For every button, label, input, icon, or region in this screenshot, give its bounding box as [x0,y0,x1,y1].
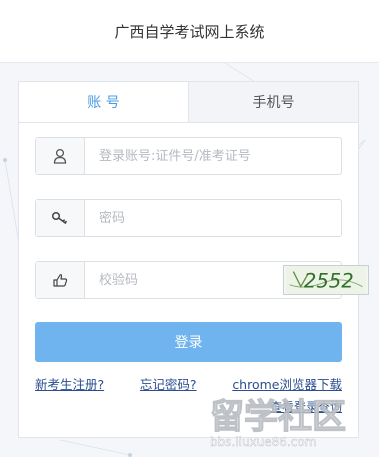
login-tabs: 账 号 手机号 [19,82,358,123]
tab-phone[interactable]: 手机号 [189,82,358,122]
login-button[interactable]: 登录 [35,322,342,362]
query-link[interactable]: 查看登录查询 [270,398,342,415]
captcha-text: 2552 [304,269,354,292]
login-card: 账 号 手机号 登录账号:证件号/准考证号 校验码 2552 登录 新考生注册?… [18,81,369,438]
captcha-field: 2552 [35,261,369,299]
pointing-hand-icon [36,262,85,298]
key-icon [36,200,85,236]
user-icon [36,138,85,174]
account-input[interactable] [85,138,341,174]
account-field [35,137,342,175]
captcha-input[interactable] [85,262,283,298]
chrome-download-link[interactable]: chrome浏览器下载 [232,374,342,393]
captcha-image[interactable]: 2552 [283,265,369,295]
page-title: 广西自学考试网上系统 [114,22,265,41]
forgot-password-link[interactable]: 忘记密码? [140,374,197,393]
password-field [35,199,342,237]
page-header: 广西自学考试网上系统 [0,0,379,63]
password-input[interactable] [85,200,341,236]
register-link[interactable]: 新考生注册? [35,374,104,393]
footer-links: 新考生注册? 忘记密码? chrome浏览器下载 [35,374,342,393]
tab-account[interactable]: 账 号 [19,82,189,122]
